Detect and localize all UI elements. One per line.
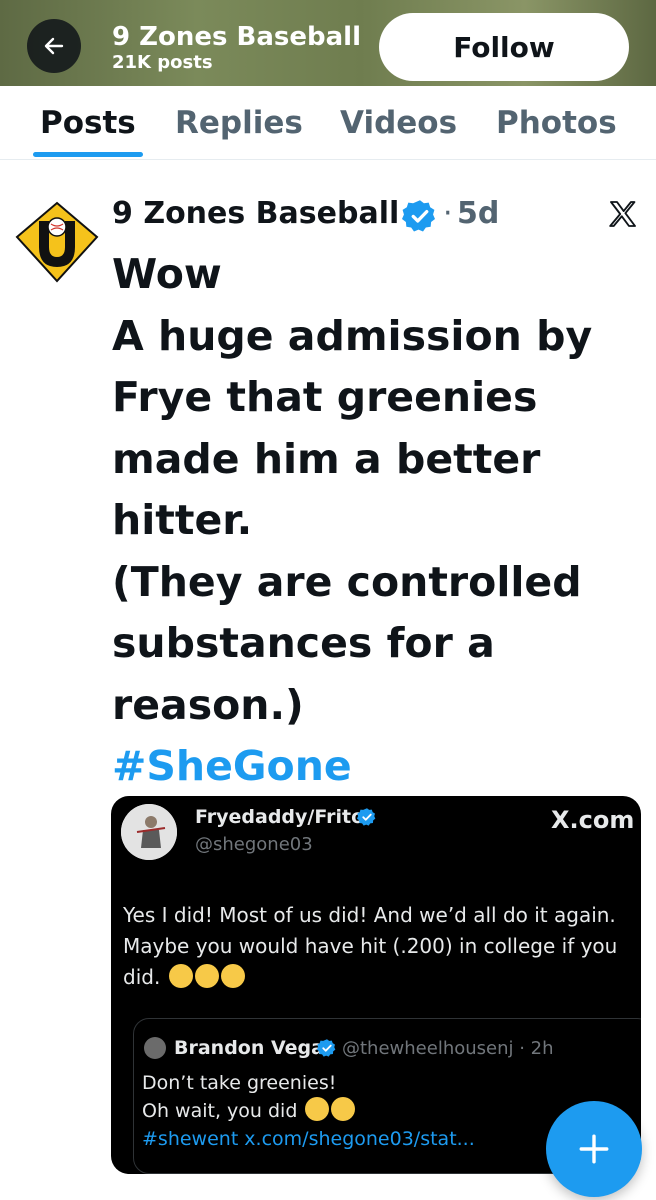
quoted-author-handle: @thewheelhousenj · 2h	[342, 1038, 554, 1059]
post-text-line: A huge admission by	[112, 311, 593, 360]
x-logo-icon	[609, 201, 636, 227]
profile-tabs: Posts Replies Videos Photos	[0, 86, 656, 160]
post-text-line: substances for a	[112, 619, 495, 667]
hashtag-link[interactable]: #SheGone	[112, 736, 642, 798]
tab-photos[interactable]: Photos	[496, 105, 617, 141]
back-button[interactable]	[27, 19, 81, 73]
quoted-body: Don’t take greenies! Oh wait, you did #s…	[142, 1069, 475, 1153]
embedded-text-line: Yes I did! Most of us did! And we’d all …	[123, 903, 616, 927]
post-text-line: reason.)	[112, 680, 304, 729]
embedded-author-name: Fryedaddy/Frito	[195, 806, 365, 828]
winking-face-emoji-icon	[305, 1097, 330, 1121]
active-tab-indicator	[33, 152, 143, 157]
post-text-line: (They are controlled	[112, 557, 582, 606]
arrow-left-icon	[44, 37, 64, 55]
tab-videos[interactable]: Videos	[340, 105, 457, 141]
verified-badge-icon	[357, 808, 376, 826]
profile-header: 9 Zones Baseball 21K posts Follow	[0, 0, 656, 86]
embedded-body: Yes I did! Most of us did! And we’d all …	[123, 900, 638, 993]
quoted-link: #shewent x.com/shegone03/stat...	[142, 1128, 475, 1150]
post-text-line: made him a better	[112, 434, 541, 483]
person-photo-icon	[121, 804, 177, 860]
tab-posts[interactable]: Posts	[40, 105, 136, 141]
winking-face-emoji-icon	[331, 1097, 356, 1121]
quoted-text-line: Don’t take greenies!	[142, 1072, 337, 1094]
embedded-text-line: Maybe you would have hit (.200) in colle…	[123, 934, 618, 958]
tears-of-joy-emoji-icon	[220, 964, 245, 988]
post-text-line: Frye that greenies	[112, 373, 538, 421]
follow-button[interactable]: Follow	[379, 13, 629, 81]
nine-zones-logo-icon	[15, 201, 99, 283]
quoted-author-avatar	[144, 1037, 166, 1059]
post-body: Wow A huge admission by Frye that greeni…	[112, 244, 642, 798]
embedded-text-line: did.	[123, 962, 638, 993]
header-post-count: 21K posts	[112, 52, 213, 73]
verified-badge-icon	[317, 1039, 336, 1057]
post-text-line: hitter.	[112, 496, 253, 544]
post-timestamp[interactable]: 5d	[457, 196, 499, 231]
plus-icon	[579, 1134, 609, 1164]
embedded-author-avatar	[121, 804, 177, 860]
post-text-line: Wow	[112, 250, 222, 298]
quoted-text-line: Oh wait, you did	[142, 1097, 475, 1125]
tab-replies[interactable]: Replies	[175, 105, 303, 141]
quoted-author-name: Brandon Vega	[174, 1037, 324, 1059]
post-separator: ·	[443, 196, 453, 231]
header-title: 9 Zones Baseball	[112, 22, 361, 52]
embedded-author-handle: @shegone03	[195, 834, 313, 855]
compose-button[interactable]	[546, 1101, 642, 1197]
author-avatar[interactable]	[13, 197, 101, 285]
tears-of-joy-emoji-icon	[194, 964, 219, 988]
tears-of-joy-emoji-icon	[168, 964, 193, 988]
verified-badge-icon	[402, 200, 435, 232]
post-author-name[interactable]: 9 Zones Baseball	[112, 196, 399, 231]
embedded-source-label: X.com	[551, 806, 635, 834]
